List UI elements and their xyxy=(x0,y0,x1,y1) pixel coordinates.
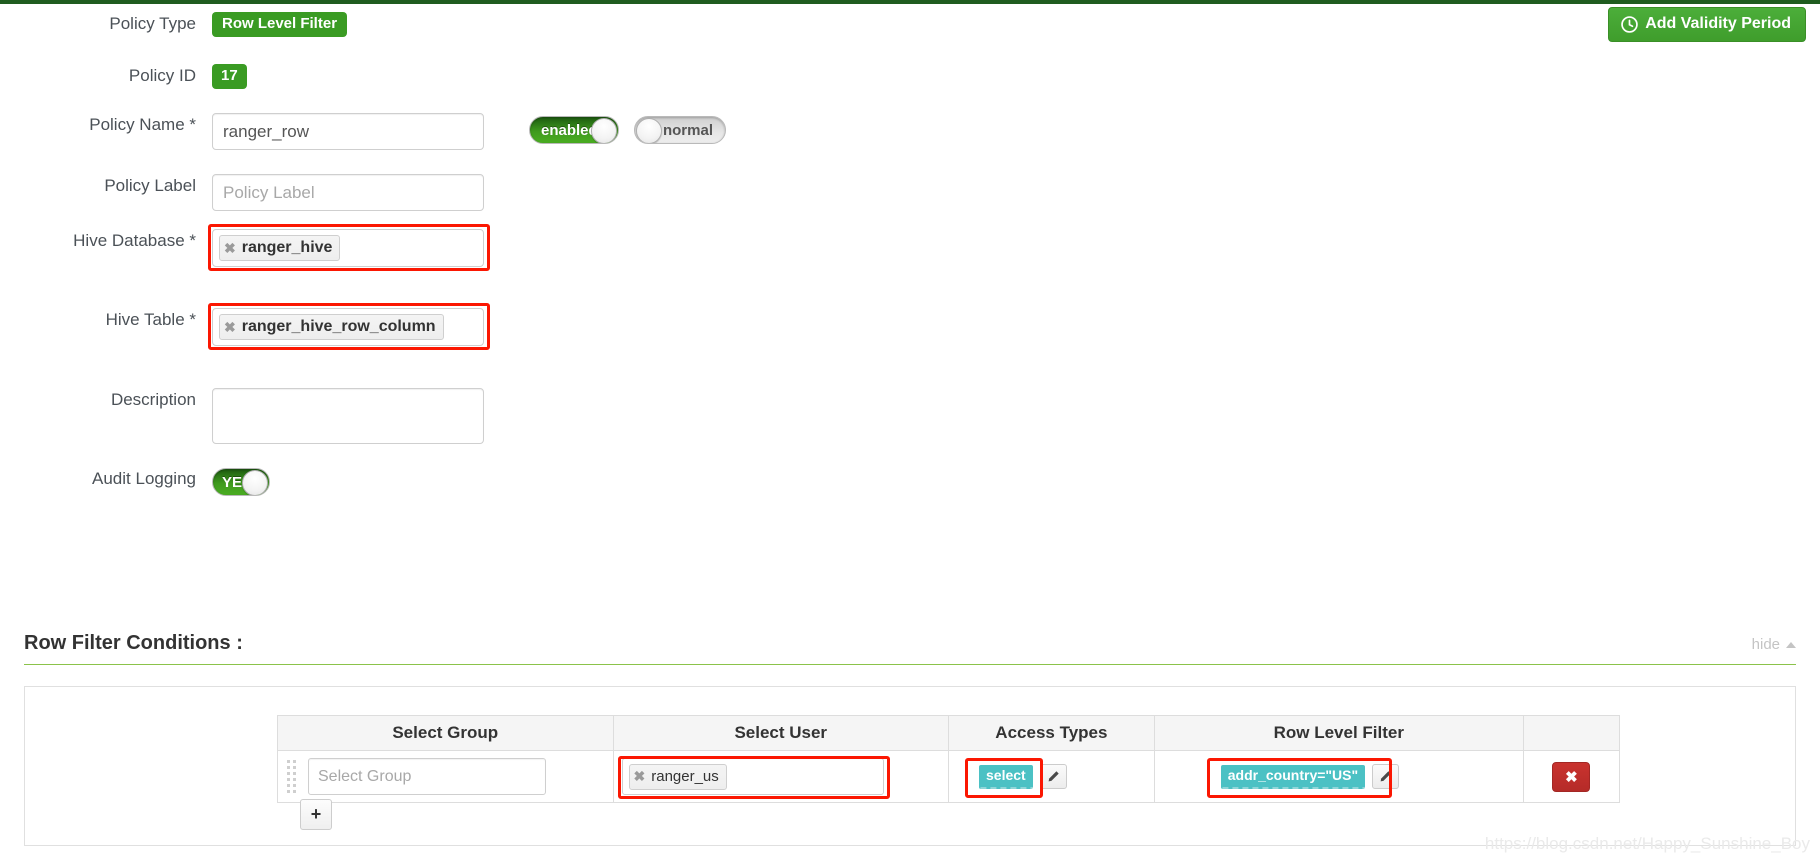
select-user-token-label: ranger_us xyxy=(651,767,719,785)
add-validity-period-button[interactable]: Add Validity Period xyxy=(1608,7,1806,42)
policy-label-label: Policy Label xyxy=(104,176,196,195)
row-level-filter-edit-button[interactable] xyxy=(1372,764,1400,789)
policy-type-label: Policy Type xyxy=(109,14,196,33)
policy-name-label: Policy Name * xyxy=(89,115,196,134)
policy-override-toggle[interactable]: normal xyxy=(634,116,726,144)
table-row: Select Group ✖ ranger_us select addr_cou… xyxy=(277,750,1621,803)
column-header-access-types: Access Types xyxy=(948,715,1155,751)
hide-section-toggle[interactable]: hide xyxy=(1752,636,1796,655)
hive-table-label: Hive Table * xyxy=(105,310,196,329)
field-audit-logging: Audit Logging YES xyxy=(0,467,270,496)
policy-override-knob xyxy=(636,118,662,143)
clock-icon xyxy=(1621,15,1638,33)
hive-database-token[interactable]: ✖ ranger_hive xyxy=(219,235,341,261)
access-types-edit-button[interactable] xyxy=(1039,764,1067,789)
hive-database-select[interactable]: ✖ ranger_hive xyxy=(212,229,484,267)
caret-up-icon xyxy=(1786,641,1796,648)
delete-row-button[interactable]: ✖ xyxy=(1552,761,1591,792)
audit-logging-toggle[interactable]: YES xyxy=(212,468,270,496)
top-accent-bar xyxy=(0,0,1820,4)
conditions-panel: Select Group Select User Access Types Ro… xyxy=(24,686,1796,846)
field-hive-database: Hive Database * ✖ ranger_hive xyxy=(0,224,490,271)
policy-status-knob xyxy=(591,118,617,143)
field-policy-name: Policy Name * enabled normal xyxy=(0,113,726,150)
policy-override-label: normal xyxy=(662,122,713,139)
watermark-text: https://blog.csdn.net/Happy_Sunshine_Boy xyxy=(1484,834,1810,853)
policy-id-label: Policy ID xyxy=(128,66,196,85)
policy-name-input[interactable] xyxy=(212,113,484,150)
remove-icon[interactable]: ✖ xyxy=(224,320,236,334)
cell-select-group: Select Group xyxy=(277,750,614,803)
pencil-icon xyxy=(1048,771,1059,782)
column-header-select-group: Select Group xyxy=(277,715,614,751)
audit-logging-knob xyxy=(242,470,268,495)
row-level-filter-chip[interactable]: addr_country="US" xyxy=(1220,764,1366,789)
access-type-chip[interactable]: select xyxy=(979,764,1033,789)
field-description: Description xyxy=(0,388,484,449)
audit-logging-label: Audit Logging xyxy=(92,469,196,488)
policy-edit-page: Add Validity Period Policy Type Row Leve… xyxy=(0,0,1820,862)
policy-status-toggle[interactable]: enabled xyxy=(529,116,619,144)
select-user-input[interactable]: ✖ ranger_us xyxy=(621,758,884,795)
hive-table-token[interactable]: ✖ ranger_hive_row_column xyxy=(219,314,444,340)
column-header-actions xyxy=(1522,715,1621,751)
policy-type-badge: Row Level Filter xyxy=(212,12,348,37)
column-header-row-level-filter: Row Level Filter xyxy=(1153,715,1524,751)
description-label: Description xyxy=(110,390,196,409)
field-hive-table: Hive Table * ✖ ranger_hive_row_column xyxy=(0,303,490,350)
policy-status-label: enabled xyxy=(541,122,598,139)
field-policy-id: Policy ID 17 xyxy=(0,64,247,89)
description-textarea[interactable] xyxy=(212,388,484,444)
add-validity-period-label: Add Validity Period xyxy=(1645,15,1791,32)
remove-icon[interactable]: ✖ xyxy=(224,241,236,255)
section-title: Row Filter Conditions : xyxy=(24,632,243,654)
hive-table-token-label: ranger_hive_row_column xyxy=(241,318,436,335)
policy-label-input[interactable] xyxy=(212,174,484,211)
hive-table-select[interactable]: ✖ ranger_hive_row_column xyxy=(212,308,484,346)
cell-row-level-filter: addr_country="US" xyxy=(1153,750,1524,803)
row-filter-conditions-section: Row Filter Conditions : hide xyxy=(24,632,1796,665)
column-header-select-user: Select User xyxy=(612,715,949,751)
cell-actions: ✖ xyxy=(1522,750,1621,803)
hive-database-token-label: ranger_hive xyxy=(241,239,333,256)
pencil-icon xyxy=(1380,771,1391,782)
conditions-table: Select Group Select User Access Types Ro… xyxy=(277,715,1621,803)
cell-select-user: ✖ ranger_us xyxy=(612,750,949,803)
field-policy-label: Policy Label xyxy=(0,174,484,211)
cell-access-types: select xyxy=(948,750,1155,803)
policy-id-badge: 17 xyxy=(212,64,247,89)
drag-handle-icon[interactable] xyxy=(278,751,304,802)
field-policy-type: Policy Type Row Level Filter xyxy=(0,12,348,37)
hive-database-label: Hive Database * xyxy=(73,231,196,250)
select-group-input[interactable]: Select Group xyxy=(308,758,546,795)
add-condition-row-button[interactable]: + xyxy=(300,799,332,830)
table-header-row: Select Group Select User Access Types Ro… xyxy=(277,715,1621,751)
hide-label: hide xyxy=(1751,636,1780,653)
remove-icon[interactable]: ✖ xyxy=(634,769,646,783)
select-user-token[interactable]: ✖ ranger_us xyxy=(628,763,727,790)
